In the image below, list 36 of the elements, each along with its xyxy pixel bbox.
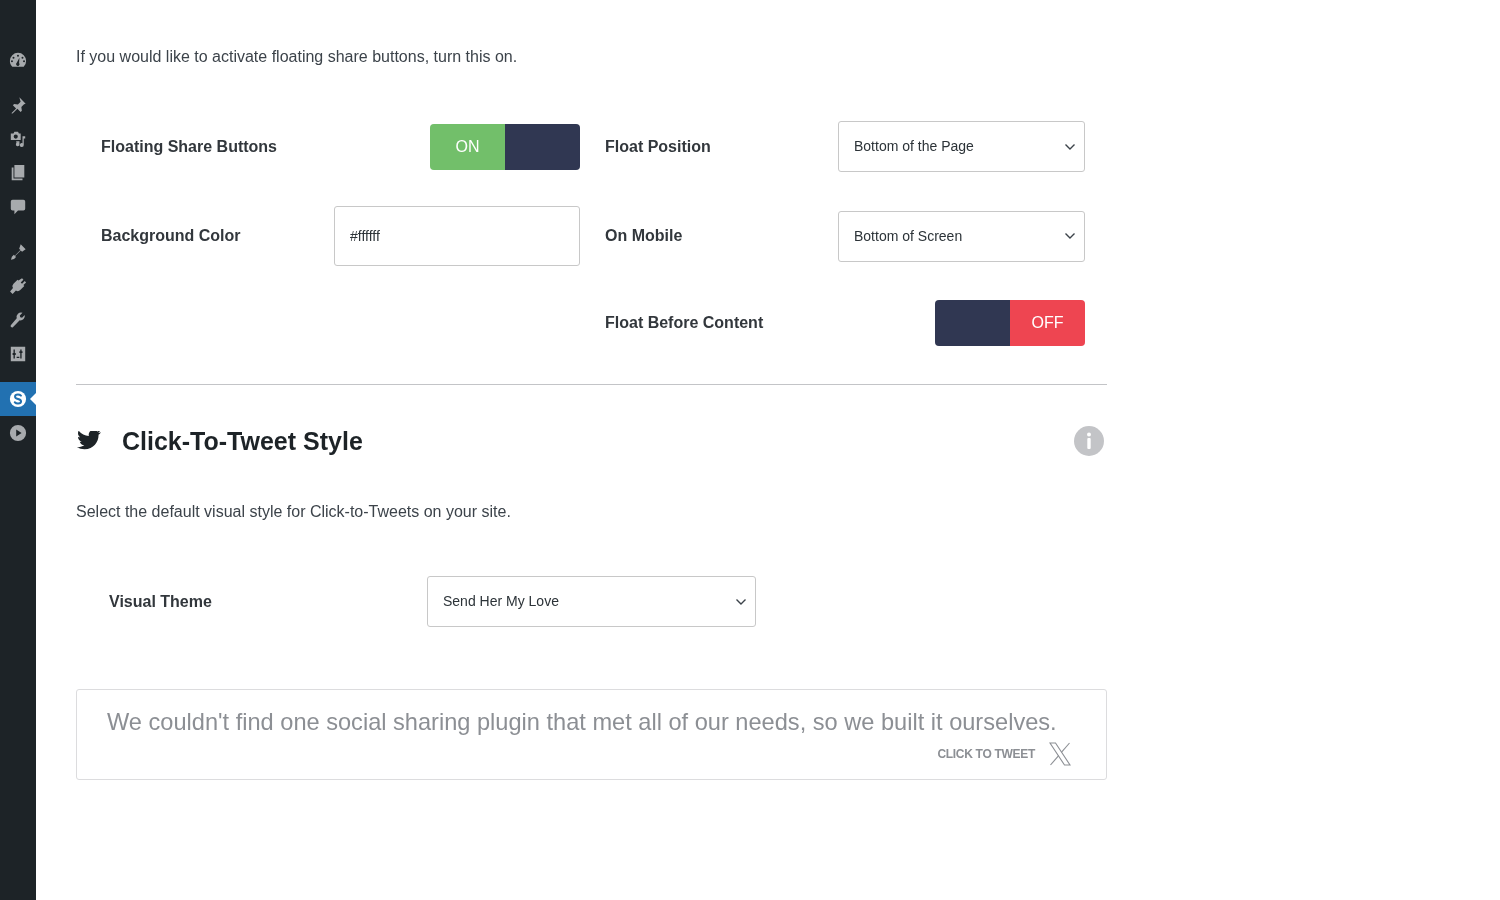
- s-logo-icon: [9, 390, 27, 408]
- sidebar-item[interactable]: [0, 382, 36, 416]
- field-label: Floating Share Buttons: [101, 136, 277, 157]
- quote-text: We couldn't find one social sharing plugin that met all of our needs, so we built it ourselves.: [107, 708, 1058, 737]
- section-description: Select the default visual style for Click-to-Tweets on your site.: [76, 502, 512, 522]
- dropdown[interactable]: Bottom of Screen: [838, 210, 1085, 262]
- play-icon: [9, 424, 27, 442]
- dropdown-value: Bottom of Screen: [854, 226, 963, 246]
- media-icon: [9, 130, 27, 148]
- brush-icon: [9, 243, 27, 261]
- text-input[interactable]: #ffffff: [334, 206, 580, 266]
- pin-icon: [9, 96, 27, 114]
- field-label: Float Position: [605, 136, 711, 157]
- sliders-icon: [9, 345, 27, 363]
- pages-icon: [9, 164, 27, 182]
- info-icon: [1074, 426, 1104, 456]
- section-heading: Click-To-Tweet Style: [122, 426, 364, 457]
- dropdown[interactable]: Bottom of the Page: [838, 121, 1085, 172]
- dropdown-value: Bottom of the Page: [854, 137, 974, 156]
- chevron-down-icon: [735, 597, 747, 606]
- field-label: Background Color: [101, 226, 241, 246]
- field-label: On Mobile: [605, 226, 683, 246]
- chevron-down-icon: [1064, 142, 1076, 151]
- section-description: If you would like to activate floating share buttons, turn this on.: [76, 47, 519, 67]
- chevron-down-icon: [1064, 232, 1076, 240]
- wrench-icon: [9, 311, 27, 329]
- x-logo-icon: [1049, 742, 1071, 766]
- field-label: Float Before Content: [605, 313, 764, 333]
- comment-icon: [9, 198, 27, 216]
- toggle-switch[interactable]: OFF: [935, 300, 1085, 346]
- bird-icon: [77, 430, 101, 452]
- plug-icon: [9, 277, 27, 295]
- field-label: Visual Theme: [109, 591, 213, 612]
- dropdown-value: Send Her My Love: [443, 592, 559, 611]
- gauge-icon: [9, 51, 27, 69]
- dropdown[interactable]: Send Her My Love: [427, 576, 756, 627]
